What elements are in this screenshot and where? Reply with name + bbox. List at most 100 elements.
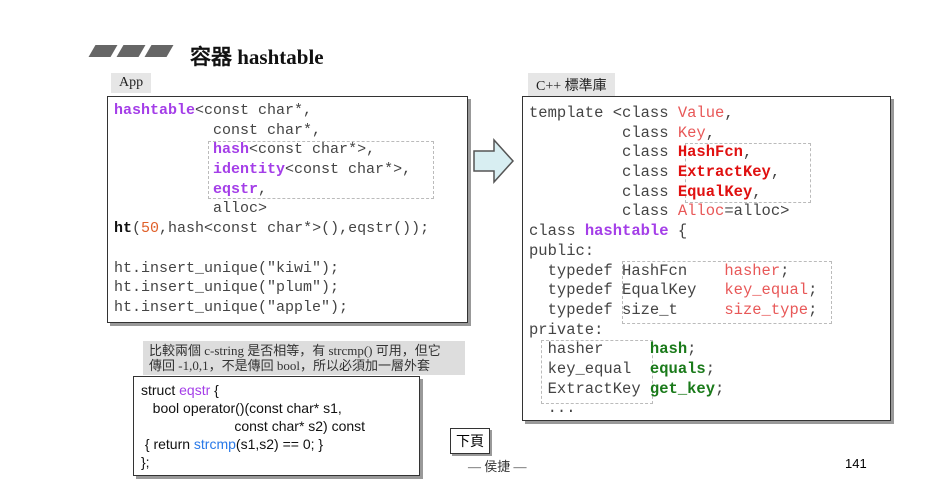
code-token: =alloc>	[724, 202, 790, 221]
code-line: hashtable<const char*,	[114, 101, 429, 121]
note-line: 比較兩個 c-string 是否相等，有 strcmp() 可用，但它	[149, 343, 441, 358]
code-token: equals	[649, 359, 706, 378]
code-line: class ExtractKey,	[529, 163, 817, 183]
code-token: ht	[114, 220, 133, 238]
code-token: (	[132, 220, 142, 238]
code-line: template <class Value,	[529, 104, 817, 124]
code-token: ,	[724, 104, 734, 122]
code-line: hash<const char*>,	[114, 140, 429, 160]
code-token: hasher	[724, 261, 781, 280]
code-token: const char*,	[114, 121, 322, 139]
code-token: ,	[752, 182, 762, 201]
code-line: class Alloc=alloc>	[529, 202, 817, 222]
code-line: class HashFcn,	[529, 143, 817, 163]
code-token: hashtable	[114, 102, 196, 119]
code-token: strcmp	[193, 436, 236, 452]
code-token: hash	[649, 340, 688, 359]
code-token: bool operator()(const char* s1,	[141, 400, 342, 416]
code-token: ExtractKey	[677, 163, 771, 182]
code-line: identity<const char*>,	[114, 160, 429, 180]
code-line: ht.insert_unique("apple");	[114, 298, 429, 318]
code-token: get_key	[649, 379, 716, 398]
footer-author: — 侯捷 —	[468, 459, 527, 474]
code-token: public:	[529, 241, 595, 260]
eqstr-struct-code: struct eqstr { bool operator()(const cha…	[133, 376, 420, 476]
code-token: <const char*>,	[249, 141, 376, 159]
code-line: typedef size_t size_type;	[529, 300, 818, 321]
code-token: ;	[705, 359, 716, 378]
code-token: alloc>	[114, 200, 268, 218]
note-line: 傳回 -1,0,1，不是傳回 bool，所以必須加一層外套	[149, 358, 430, 373]
code-token: Key	[677, 123, 706, 142]
arrow-right-icon	[473, 138, 515, 184]
code-token: Value	[677, 104, 725, 122]
app-code: hashtable<const char*, const char*, hash…	[114, 101, 429, 318]
code-token: (s1,s2) == 0; }	[235, 436, 324, 452]
strcmp-note: 比較兩個 c-string 是否相等，有 strcmp() 可用，但它 傳回 -…	[143, 341, 465, 375]
code-token: private:	[529, 320, 604, 339]
code-token: {	[210, 382, 219, 398]
code-line: typedef HashFcn hasher;	[529, 262, 817, 282]
code-line: ...	[529, 399, 817, 419]
library-code: template <class Value, class Key, class …	[529, 104, 817, 419]
code-token: typedef size_t	[529, 300, 725, 319]
code-token: <const char*,	[195, 102, 313, 119]
code-token: eqstr	[179, 382, 211, 398]
code-token: ;	[808, 300, 818, 319]
code-token: hasher	[529, 340, 650, 359]
code-token: };	[141, 454, 150, 470]
code-line: ht.insert_unique("kiwi");	[114, 259, 429, 279]
code-token: ,	[770, 163, 781, 182]
next-page-button[interactable]: 下頁	[450, 428, 490, 454]
code-line: class hashtable {	[529, 222, 817, 242]
code-line: key_equal equals;	[529, 360, 817, 380]
code-line: class Key,	[529, 124, 817, 144]
app-tag: App	[111, 73, 152, 93]
code-token: class	[529, 143, 678, 162]
code-token: ;	[780, 261, 790, 280]
code-token: typedef EqualKey	[529, 281, 725, 300]
code-line: typedef EqualKey key_equal;	[529, 281, 818, 301]
code-token: key_equal	[724, 281, 809, 300]
code-token: class	[529, 202, 678, 221]
code-line: bool operator()(const char* s1,	[141, 399, 419, 417]
code-token: ht.insert_unique("plum");	[114, 279, 340, 297]
code-line: const char* s2) const	[141, 417, 419, 435]
code-line: };	[141, 453, 419, 471]
page-title: 容器 hashtable	[190, 45, 324, 69]
code-token: struct	[141, 382, 180, 398]
code-token: ;	[808, 281, 818, 300]
code-token: 50	[141, 220, 160, 238]
code-token: Alloc	[677, 202, 725, 221]
code-token: ,hash<const char*>(),eqstr());	[159, 220, 430, 238]
library-code-box: template <class Value, class Key, class …	[522, 96, 891, 421]
code-token: const char* s2) const	[141, 418, 366, 434]
code-token: ...	[529, 399, 576, 418]
code-token: identity	[213, 161, 286, 179]
code-token: template <class	[529, 104, 678, 122]
code-token: {	[668, 222, 688, 241]
code-line: ht.insert_unique("plum");	[114, 278, 429, 298]
code-token: class	[529, 163, 678, 182]
code-line: private:	[529, 321, 817, 341]
code-line: { return strcmp(s1,s2) == 0; }	[141, 435, 419, 453]
code-line: alloc>	[114, 199, 429, 219]
code-token: EqualKey	[677, 182, 753, 201]
code-token: HashFcn	[677, 143, 743, 162]
code-token: size_type	[724, 300, 809, 319]
code-token: typedef HashFcn	[529, 261, 725, 280]
code-token: hashtable	[584, 222, 669, 241]
code-token: key_equal	[529, 359, 650, 378]
library-tag: C++ 標準庫	[528, 73, 615, 97]
page-number: 141	[845, 456, 867, 471]
code-token: <const char*>,	[285, 161, 412, 179]
code-token: hash	[213, 141, 250, 159]
code-line: ht(50,hash<const char*>(),eqstr());	[114, 219, 429, 239]
code-line: struct eqstr {	[141, 381, 419, 399]
title-decoration	[88, 45, 174, 57]
code-token: ht.insert_unique("kiwi");	[114, 259, 340, 277]
app-code-box: hashtable<const char*, const char*, hash…	[107, 96, 468, 323]
